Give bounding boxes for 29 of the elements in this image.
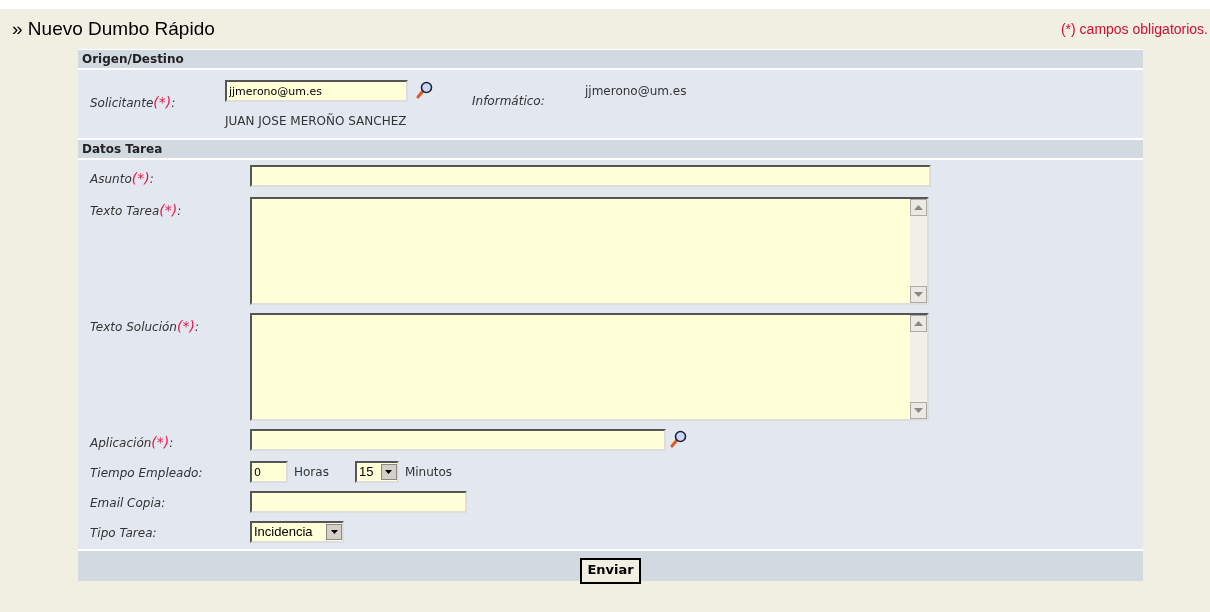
field-label: Texto Solución(*): — [90, 317, 200, 336]
minutes-select[interactable]: 15 — [354, 461, 399, 483]
text-area[interactable] — [250, 313, 929, 421]
field-label: Aplicación(*): — [90, 433, 175, 452]
technician-email: jjmerono@um.es — [585, 83, 687, 100]
field-label: Tipo Tarea: — [90, 525, 158, 542]
text-area[interactable] — [250, 197, 929, 305]
search-icon[interactable] — [668, 429, 688, 449]
field-label: Informático: — [472, 93, 546, 110]
hours-input[interactable]: 0 — [250, 461, 288, 483]
section-title: Datos Tarea — [82, 141, 163, 158]
field-label: Solicitante(*): — [90, 93, 177, 112]
unit-label: Minutos — [404, 464, 453, 481]
field-label: Email Copia: — [90, 495, 167, 512]
text-input[interactable] — [250, 429, 666, 451]
required-fields-note: (*) campos obligatorios. — [1060, 19, 1208, 39]
email-input[interactable]: jjmerono@um.es — [225, 80, 408, 102]
submit-button[interactable]: Enviar — [580, 558, 641, 584]
requester-name: JUAN JOSE MEROÑO SANCHEZ — [225, 112, 408, 130]
type-select[interactable]: Incidencia — [250, 521, 344, 543]
section-title: Origen/Destino — [82, 51, 184, 68]
page-title: » Nuevo Dumbo Rápido — [12, 16, 215, 41]
text-input[interactable] — [250, 165, 931, 187]
field-label: Tiempo Empleado: — [90, 465, 204, 482]
field-label: Asunto(*): — [90, 169, 155, 188]
unit-label: Horas — [294, 464, 329, 481]
search-icon[interactable] — [414, 80, 434, 100]
field-label: Texto Tarea(*): — [90, 201, 183, 220]
email-input[interactable] — [250, 491, 467, 513]
